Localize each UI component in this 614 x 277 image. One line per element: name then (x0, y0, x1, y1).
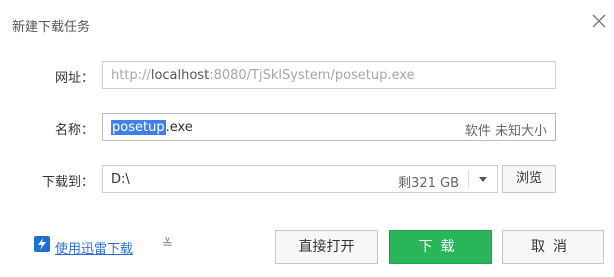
name-value: posetup.exe (111, 120, 193, 135)
use-thunder-link[interactable]: 使用迅雷下载 (55, 238, 133, 257)
dialog-title: 新建下载任务 (12, 20, 91, 35)
url-rest: :8080/TjSklSystem/posetup.exe (209, 68, 415, 83)
name-field[interactable]: posetup.exe 软件 未知大小 (102, 113, 556, 141)
url-field[interactable]: http://localhost:8080/TjSklSystem/posetu… (102, 61, 556, 89)
double-chevron-down-icon[interactable]: ≚ (162, 237, 173, 252)
browse-button[interactable]: 浏览 (502, 165, 556, 193)
dropdown-separator (468, 170, 469, 188)
cancel-button[interactable]: 取消 (502, 230, 604, 264)
url-prefix: http:// (111, 68, 151, 83)
name-extension: .exe (165, 120, 193, 135)
url-label: 网址： (54, 71, 94, 86)
name-selected-text: posetup (111, 120, 166, 135)
save-path-label: 下载到： (41, 175, 94, 190)
url-host: localhost (150, 68, 210, 83)
url-value: http://localhost:8080/TjSklSystem/posetu… (111, 68, 415, 83)
thunder-icon (34, 236, 50, 252)
download-button[interactable]: 下载 (389, 230, 492, 264)
file-type-size-hint: 软件 未知大小 (464, 124, 547, 139)
free-space-label: 剩321 GB (398, 176, 459, 191)
chevron-down-icon[interactable] (479, 177, 487, 182)
save-path-field[interactable]: D:\ 剩321 GB (102, 165, 498, 193)
open-directly-button[interactable]: 直接打开 (275, 230, 378, 264)
close-icon[interactable] (588, 10, 610, 32)
name-label: 名称： (54, 123, 94, 138)
save-path-value: D:\ (111, 172, 130, 187)
